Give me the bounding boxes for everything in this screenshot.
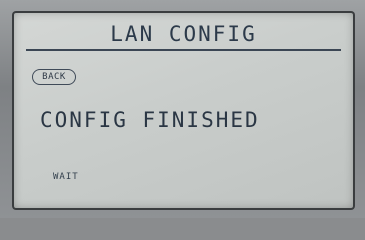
device-bezel: LAN CONFIG BACK CONFIG FINISHED WAIT bbox=[0, 0, 365, 218]
back-button[interactable]: BACK bbox=[32, 69, 76, 85]
title-divider bbox=[26, 49, 341, 51]
wait-indicator: WAIT bbox=[53, 172, 79, 182]
lcd-screen: LAN CONFIG BACK CONFIG FINISHED WAIT bbox=[12, 11, 355, 210]
screen-title: LAN CONFIG bbox=[110, 22, 257, 46]
status-message: CONFIG FINISHED bbox=[40, 108, 260, 132]
